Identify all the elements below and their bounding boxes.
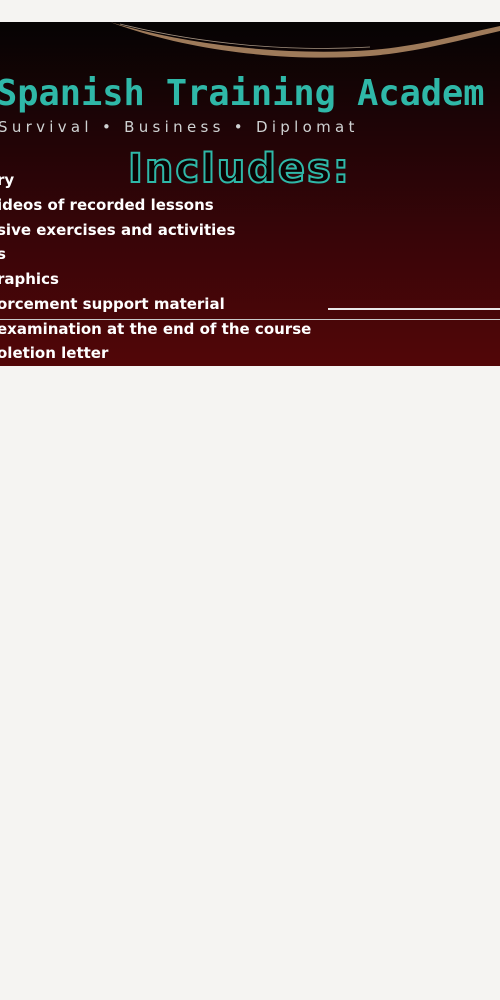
feature-item: examination at the end of the course xyxy=(0,320,312,338)
feature-item: raphics xyxy=(0,270,59,288)
feature-item: sive exercises and activities xyxy=(0,221,236,239)
academy-title: Spanish Training Academ xyxy=(0,73,485,114)
divider-line xyxy=(328,308,500,310)
feature-item: ry xyxy=(0,171,15,189)
feature-item: s xyxy=(0,245,6,263)
academy-tagline: Survival • Business • Diplomat xyxy=(0,118,359,136)
feature-item: ideos of recorded lessons xyxy=(0,196,214,214)
decorative-swoosh-icon xyxy=(110,22,500,58)
includes-heading: Includes: xyxy=(127,145,351,193)
course-banner: Spanish Training Academ Survival • Busin… xyxy=(0,22,500,366)
feature-item: oletion letter xyxy=(0,344,109,362)
feature-item: orcement support material xyxy=(0,295,225,313)
divider-line xyxy=(0,319,500,320)
